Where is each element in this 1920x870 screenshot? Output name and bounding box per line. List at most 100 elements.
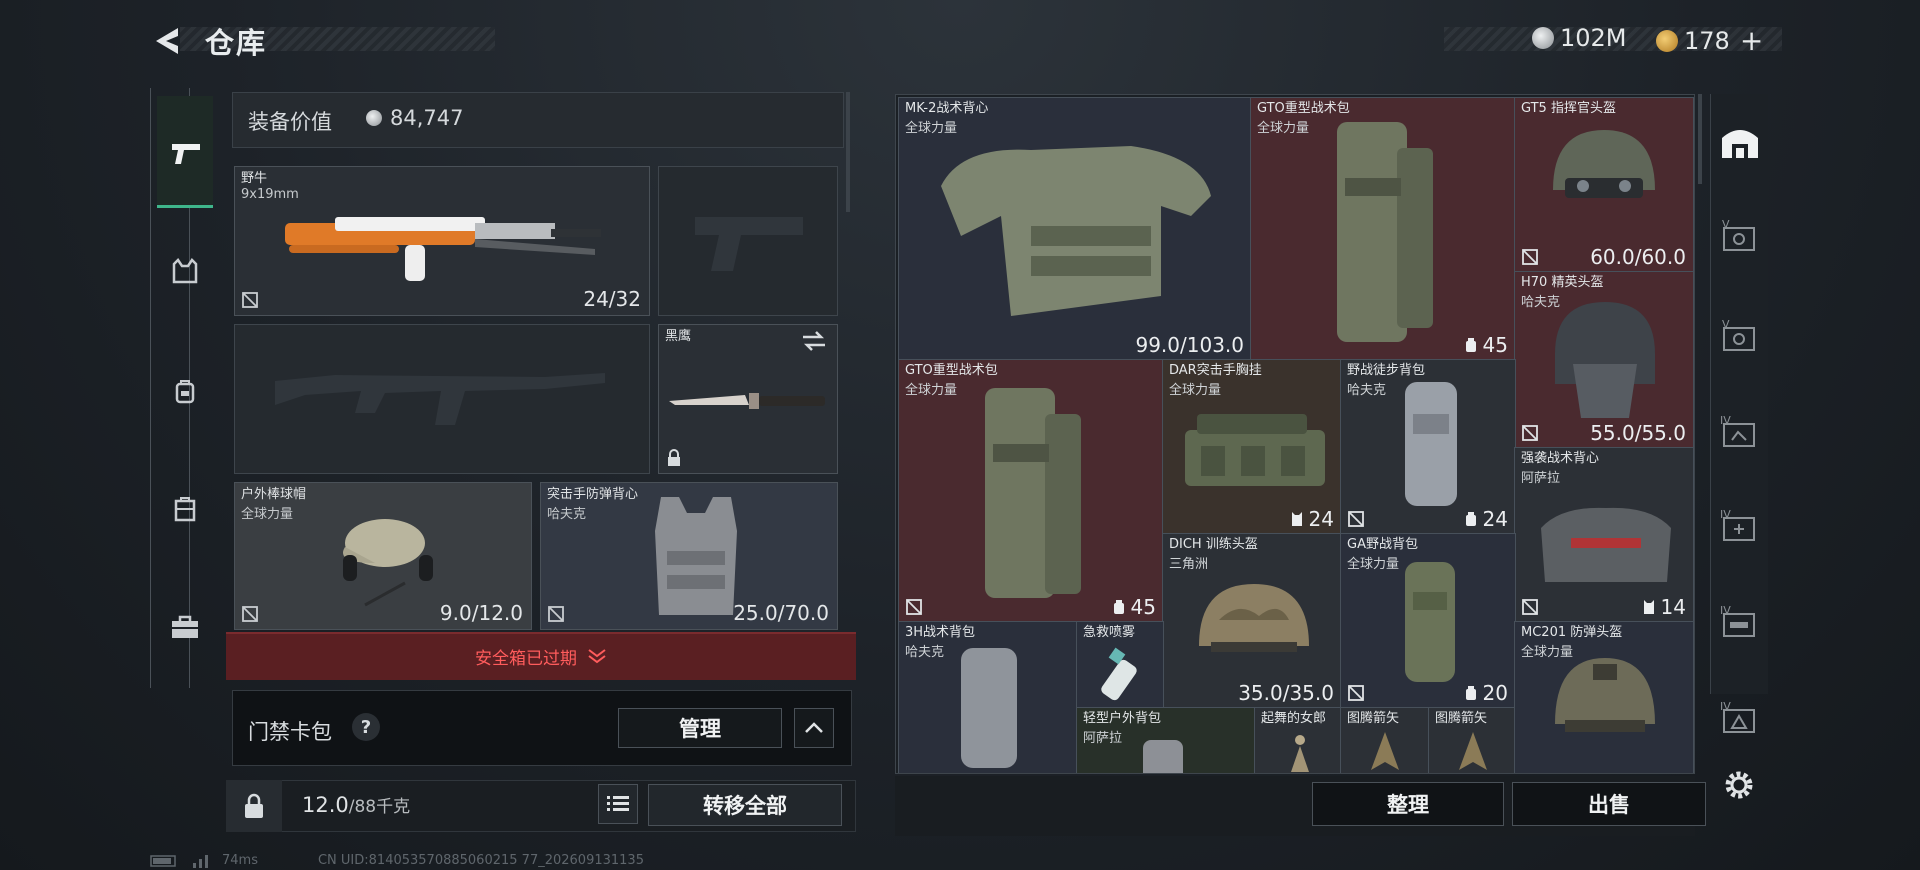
storage-tab-iv-icon: IV [1720,700,1755,733]
slot-helmet[interactable]: 户外棒球帽 全球力量 9.0/12.0 [234,482,532,630]
swap-icon[interactable] [801,329,827,353]
tactical-backpack-icon [961,648,1017,768]
currency-silver: 102M [1532,24,1627,52]
add-currency-button[interactable]: + [1740,24,1763,57]
storage-item[interactable]: DICH 训练头盔 三角洲 35.0/35.0 [1162,533,1342,709]
settings-button[interactable] [1722,768,1756,802]
manage-button[interactable]: 管理 [618,708,782,748]
tab-storage-iv-4[interactable]: IV [1718,700,1762,736]
currency-gold[interactable]: 178 + [1656,24,1763,57]
storage-item[interactable]: 野战徒步背包 哈夫克 24 [1340,359,1516,535]
svg-text:IV: IV [1720,414,1731,427]
backpack-capacity-icon [1465,686,1476,700]
storage-item[interactable]: 起舞的女郎 [1254,707,1342,773]
armor-name: 突击手防弹背心 [547,487,639,502]
item-name: DAR突击手胸挂 [1169,363,1262,378]
tab-storage-v-1[interactable]: V [1718,218,1762,254]
storage-item[interactable]: 3H战术背包 哈夫克 [898,621,1078,773]
storage-item[interactable]: MC201 防弹头盔 全球力量 [1514,621,1694,773]
gold-amount: 178 [1684,26,1730,55]
storage-item[interactable]: MK-2战术背心 全球力量 99.0/103.0 [898,97,1252,361]
chest-rig-icon [1185,414,1325,486]
storage-scrollbar[interactable] [1698,94,1702,184]
storage-item[interactable]: 轻型户外背包 阿萨拉 [1076,707,1256,773]
storage-item[interactable]: GTO重型战术包 全球力量 45 [1250,97,1516,361]
item-capacity: 14 [1641,595,1686,619]
tab-storage-iv-2[interactable]: IV [1718,508,1762,544]
light-backpack-icon [1143,740,1183,773]
sort-button[interactable]: 整理 [1312,782,1504,826]
collapse-button[interactable] [794,708,834,748]
armor-vest-icon[interactable] [172,258,198,284]
gear-icon [1725,771,1753,799]
slot-sidearm[interactable] [658,166,838,316]
storage-item[interactable]: GA野战背包 全球力量 20 [1340,533,1516,709]
item-faction: 全球力量 [905,383,958,398]
melee-name: 黑鹰 [665,329,692,344]
heavy-backpack-icon [985,388,1081,598]
lock-button[interactable] [226,780,282,832]
storage-item[interactable]: GT5 指挥官头盔 60.0/60.0 [1514,97,1694,273]
transfer-all-button[interactable]: 转移全部 [648,784,842,826]
tab-warehouse-home[interactable] [1718,124,1762,160]
storage-tab-iv-icon: IV [1720,508,1755,541]
storage-item[interactable]: 图腾箭矢 [1428,707,1516,773]
bison-smg-icon [285,217,601,281]
item-durability: 35.0/35.0 [1238,681,1334,705]
item-capacity: 20 [1463,681,1508,705]
item-capacity: 24 [1289,507,1334,531]
list-view-button[interactable] [598,784,638,824]
silver-amount: 102M [1560,24,1627,52]
item-faction: 全球力量 [1169,383,1222,398]
uid-text: CN UID:814053570885060215 77_20260913113… [317,853,644,868]
help-button[interactable]: ? [352,713,380,741]
no-drop-icon [547,605,565,623]
tab-storage-iv-1[interactable]: IV [1718,414,1762,450]
slot-melee[interactable]: 黑鹰 [658,324,838,474]
knife-icon [669,393,825,409]
back-arrow-icon[interactable] [150,24,184,58]
heavy-backpack-icon [1337,122,1433,342]
briefcase-icon[interactable] [170,614,200,640]
helmet-name: 户外棒球帽 [241,487,307,502]
slot-primary-weapon[interactable]: 野牛 9x19mm 24/32 [234,166,650,316]
storage-grid: MK-2战术背心 全球力量 99.0/103.0 GTO重型战术包 全球力量 4… [895,94,1695,774]
storage-item[interactable]: H70 精英头盔 哈夫克 55.0/55.0 [1514,271,1694,449]
item-faction: 全球力量 [1347,557,1400,572]
first-aid-spray-icon [1101,647,1137,701]
training-helmet-icon [1199,584,1309,652]
coin-silver-icon [1532,27,1554,49]
storage-item[interactable]: 强袭战术背心 阿萨拉 14 [1514,447,1694,623]
item-faction: 哈夫克 [905,645,945,660]
backpack-icon[interactable] [172,378,198,404]
storage-item[interactable]: 急救喷雾 [1076,621,1164,709]
item-name: MC201 防弹头盔 [1521,625,1623,640]
rifle-silhouette-icon [275,373,605,425]
chevron-up-icon [805,722,823,733]
dancing-lady-figurine-icon [1291,735,1309,772]
equipment-scrollbar[interactable] [846,92,850,212]
item-capacity: 45 [1111,595,1156,619]
totem-arrow-icon [1371,732,1399,770]
armor-durability: 25.0/70.0 [733,601,829,625]
sell-button[interactable]: 出售 [1512,782,1706,826]
svg-text:V: V [1722,318,1730,331]
list-icon [607,796,629,811]
storage-item[interactable]: DAR突击手胸挂 全球力量 24 [1162,359,1342,535]
slot-secondary-weapon[interactable] [234,324,650,474]
storage-item[interactable]: 图腾箭矢 [1340,707,1430,773]
safe-box-expired[interactable]: 安全箱已过期 [226,632,856,680]
svg-text:IV: IV [1720,508,1731,521]
no-drop-icon [1521,424,1539,442]
storage-tab-iv-icon: IV [1720,414,1755,447]
chest-rig-icon[interactable] [172,496,198,522]
tab-storage-iv-3[interactable]: IV [1718,604,1762,640]
no-drop-icon [905,598,923,616]
item-name: H70 精英头盔 [1521,275,1604,290]
backpack-capacity-icon [1465,512,1476,526]
no-drop-icon [1521,248,1539,266]
tab-storage-v-2[interactable]: V [1718,318,1762,354]
storage-tab-v-icon: V [1722,218,1755,251]
storage-item[interactable]: GTO重型战术包 全球力量 45 [898,359,1164,623]
slot-body-armor[interactable]: 突击手防弹背心 哈夫克 25.0/70.0 [540,482,838,630]
